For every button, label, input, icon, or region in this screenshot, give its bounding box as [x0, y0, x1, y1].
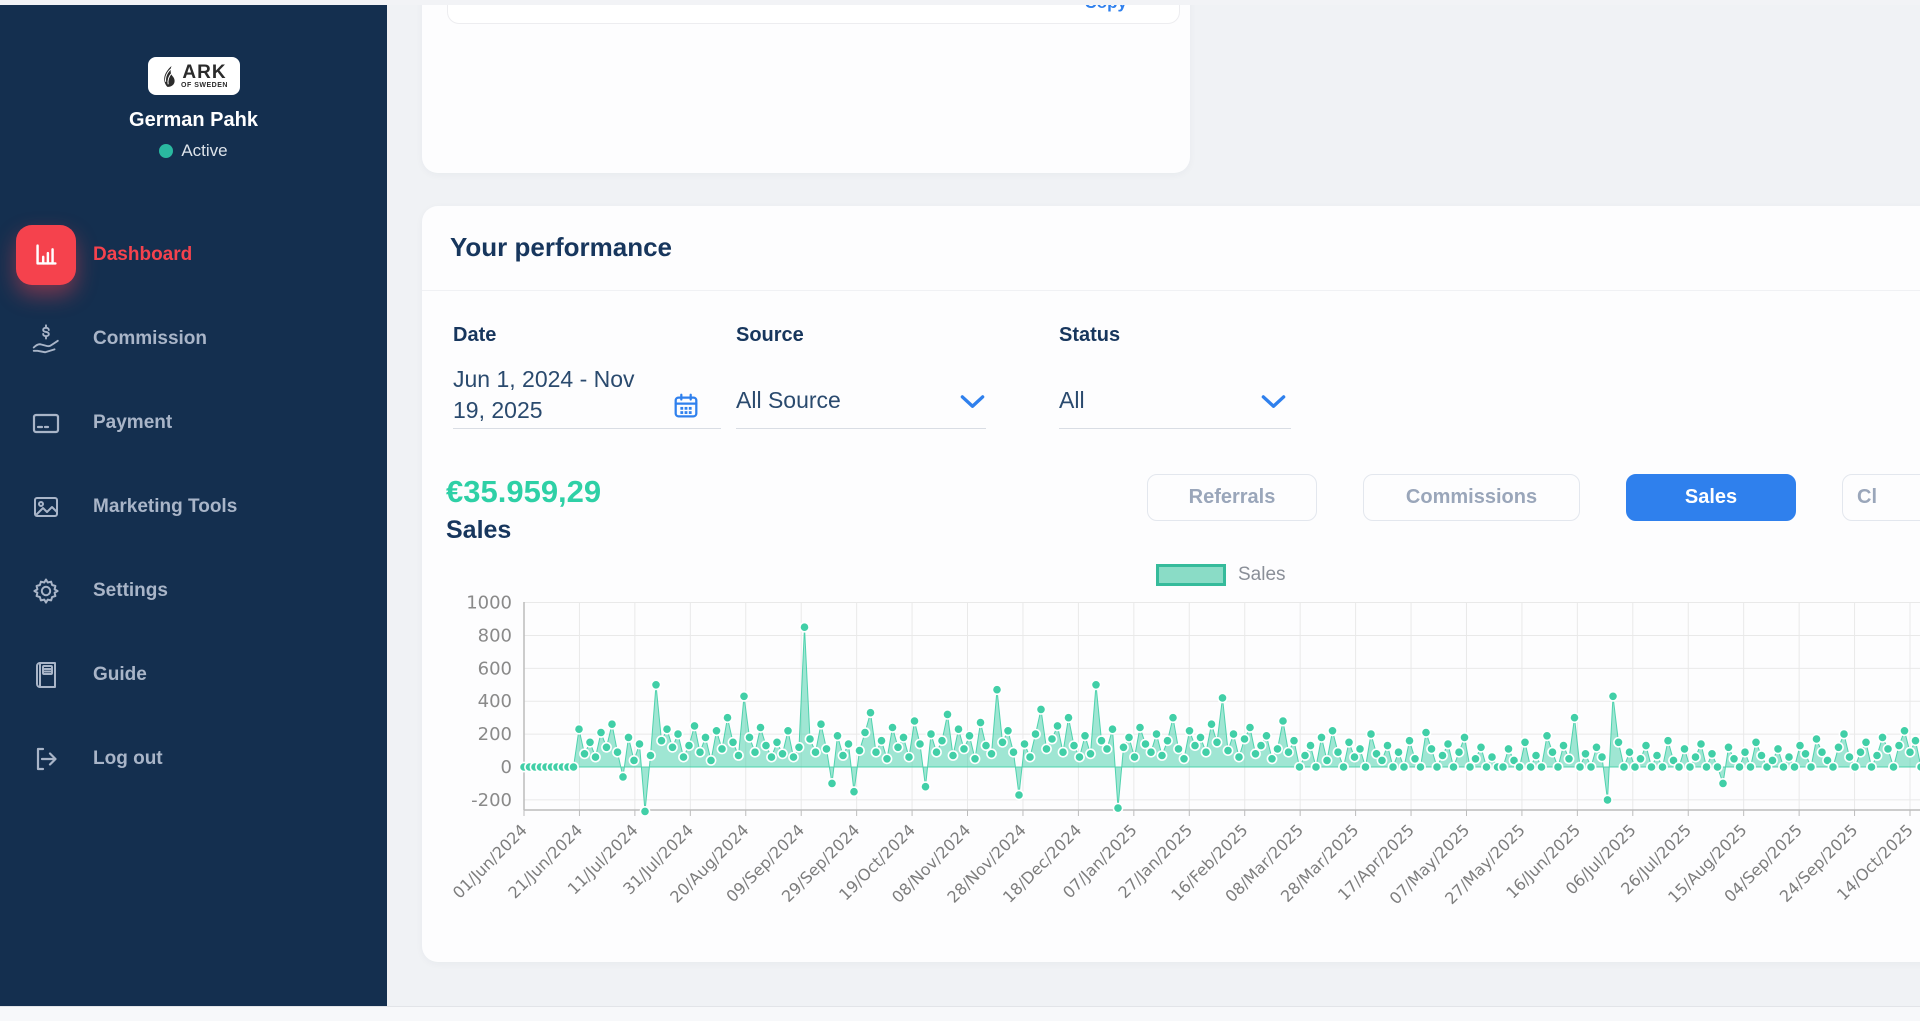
svg-text:400: 400 — [478, 691, 512, 712]
tab-commissions[interactable]: Commissions — [1363, 474, 1580, 521]
svg-text:200: 200 — [478, 724, 512, 745]
legend-label: Sales — [1238, 564, 1286, 586]
sidebar-item-label: Commission — [93, 328, 207, 350]
bar-chart-icon — [16, 225, 76, 285]
sidebar-item-label: Settings — [93, 580, 168, 602]
status-filter-value[interactable]: All — [1059, 385, 1085, 416]
sidebar-item-commission[interactable]: Commission — [0, 297, 387, 381]
credit-card-icon — [16, 393, 76, 453]
tab-referrals[interactable]: Referrals — [1147, 474, 1317, 521]
date-range-value[interactable]: Jun 1, 2024 - Nov 19, 2025 — [453, 364, 661, 426]
date-filter-label: Date — [453, 324, 721, 347]
legend-swatch — [1156, 564, 1226, 586]
hand-dollar-icon — [16, 309, 76, 369]
flame-logo-icon — [159, 63, 179, 89]
user-status: Active — [0, 141, 387, 161]
sidebar-item-log-out[interactable]: Log out — [0, 717, 387, 801]
sidebar-item-label: Payment — [93, 412, 172, 434]
svg-text:1000: 1000 — [466, 594, 512, 614]
user-name: German Pahk — [0, 109, 387, 132]
chart-legend: Sales — [1156, 564, 1286, 586]
sidebar-item-label: Marketing Tools — [93, 496, 237, 518]
sidebar: ARK OF SWEDEN German Pahk Active Dashboa… — [0, 5, 387, 1006]
date-filter[interactable]: Date Jun 1, 2024 - Nov 19, 2025 — [453, 324, 721, 429]
source-filter-value[interactable]: All Source — [736, 385, 841, 416]
tab-sales[interactable]: Sales — [1626, 474, 1796, 521]
status-text: Active — [181, 141, 227, 161]
image-icon — [16, 477, 76, 537]
sidebar-item-marketing-tools[interactable]: Marketing Tools — [0, 465, 387, 549]
horizontal-scrollbar[interactable] — [0, 1006, 1920, 1021]
sidebar-item-settings[interactable]: Settings — [0, 549, 387, 633]
status-filter-label: Status — [1059, 324, 1291, 347]
svg-text:0: 0 — [501, 757, 512, 778]
performance-card: Your performance Date Jun 1, 2024 - Nov … — [422, 206, 1920, 962]
chevron-down-icon[interactable] — [1260, 393, 1287, 416]
chevron-down-icon[interactable] — [959, 393, 986, 416]
chart-tabs: Referrals Commissions Sales Cl — [422, 474, 1920, 522]
tab-cl[interactable]: Cl — [1842, 474, 1920, 521]
sidebar-nav: Dashboard Commission Payment Marketing Tool… — [0, 213, 387, 801]
sidebar-item-guide[interactable]: Guide — [0, 633, 387, 717]
status-dot-icon — [159, 144, 173, 158]
sidebar-item-payment[interactable]: Payment — [0, 381, 387, 465]
card-title: Your performance — [450, 232, 672, 263]
logout-icon — [16, 729, 76, 789]
source-filter[interactable]: Source All Source — [736, 324, 986, 429]
sidebar-item-label: Dashboard — [93, 244, 192, 266]
brand-logo: ARK OF SWEDEN — [148, 57, 240, 95]
page-top-edge — [0, 0, 1920, 5]
sales-chart: 10008006004002000-20001/Jun/202421/Jun/2… — [440, 594, 1920, 944]
logo-line2: OF SWEDEN — [181, 82, 228, 89]
status-filter[interactable]: Status All — [1059, 324, 1291, 429]
svg-text:800: 800 — [478, 625, 512, 646]
calendar-icon[interactable] — [671, 391, 701, 426]
book-icon — [16, 645, 76, 705]
chart-area: 10008006004002000-20001/Jun/202421/Jun/2… — [440, 594, 1920, 944]
sidebar-item-dashboard[interactable]: Dashboard — [0, 213, 387, 297]
referral-link-card: Copy — [422, 0, 1190, 173]
gear-icon — [16, 561, 76, 621]
divider — [422, 290, 1920, 291]
sidebar-item-label: Log out — [93, 748, 163, 770]
svg-text:-200: -200 — [471, 790, 512, 811]
svg-text:600: 600 — [478, 658, 512, 679]
sidebar-item-label: Guide — [93, 664, 147, 686]
source-filter-label: Source — [736, 324, 986, 347]
logo-line1: ARK — [181, 63, 228, 82]
